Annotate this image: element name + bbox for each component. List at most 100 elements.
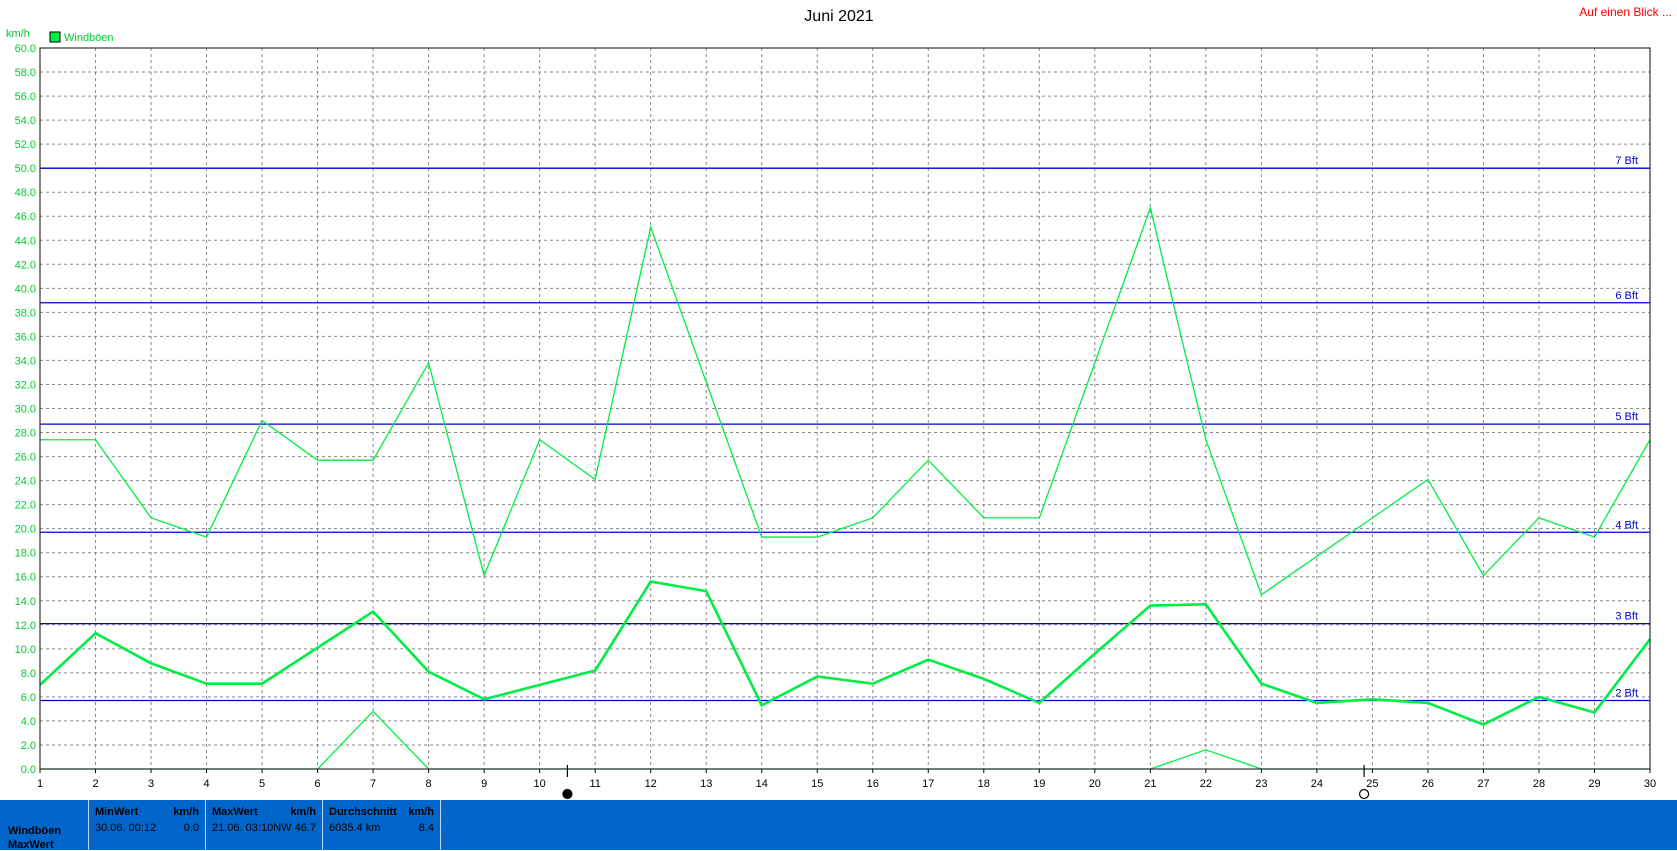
- x-tick-label: 13: [700, 778, 712, 790]
- new-moon-icon: [562, 788, 573, 800]
- y-tick-label: 8.0: [21, 668, 36, 680]
- average-box: Durchschnitt km/h 6035.4 km 8.4: [322, 800, 441, 850]
- min-date: 30.06.: [95, 822, 126, 834]
- x-tick-label: 19: [1033, 778, 1045, 790]
- series-line-min: [40, 710, 1650, 770]
- avg-unit: km/h: [408, 806, 434, 818]
- x-tick-label: 17: [922, 778, 934, 790]
- y-tick-label: 56.0: [15, 91, 36, 103]
- x-tick-label: 11: [589, 778, 600, 790]
- x-tick-label: 21: [1144, 778, 1156, 790]
- max-value: 46.7: [294, 822, 316, 834]
- y-tick-label: 34.0: [15, 355, 36, 367]
- x-tick-label: 9: [481, 778, 487, 790]
- x-tick-label: 14: [756, 778, 768, 790]
- y-tick-label: 26.0: [15, 452, 36, 464]
- x-tick-label: 6: [315, 778, 321, 790]
- x-tick-label: 29: [1588, 778, 1600, 790]
- x-tick-label: 8: [426, 778, 432, 790]
- x-tick-label: 28: [1533, 778, 1545, 790]
- x-tick-label: 2: [92, 778, 98, 790]
- y-tick-label: 18.0: [15, 548, 36, 560]
- max-header: MaxWert: [212, 806, 258, 818]
- min-value-box: MinWert km/h 30.06. 00:12 0.0: [88, 800, 205, 850]
- y-tick-label: 48.0: [15, 187, 36, 199]
- y-tick-label: 20.0: [15, 524, 36, 536]
- wind-gust-chart: Juni 2021 Auf einen Blick ... km/h Windb…: [6, 5, 1672, 800]
- y-tick-label: 14.0: [15, 596, 36, 608]
- x-tick-label: 25: [1366, 778, 1378, 790]
- beaufort-label: 3 Bft: [1615, 611, 1638, 623]
- y-tick-label: 12.0: [15, 620, 36, 632]
- x-tick-label: 18: [978, 778, 990, 790]
- series-line-mean: [39, 580, 1652, 726]
- y-tick-label: 52.0: [15, 139, 36, 151]
- y-axis-unit: km/h: [6, 28, 30, 40]
- y-tick-label: 28.0: [15, 428, 36, 440]
- avg-value: 8.4: [418, 822, 434, 834]
- x-tick-label: 20: [1089, 778, 1101, 790]
- beaufort-label: 7 Bft: [1615, 155, 1638, 167]
- x-tick-label: 4: [203, 778, 209, 790]
- x-tick-label: 16: [867, 778, 879, 790]
- stats-row-label-maxwert: MaxWert: [8, 839, 54, 851]
- max-time: 03:10: [245, 822, 274, 834]
- max-value-box: MaxWert km/h 21.06. 03:10NW 46.7: [205, 800, 322, 850]
- y-tick-label: 44.0: [15, 235, 36, 247]
- min-time: 00:12: [128, 822, 157, 834]
- x-tick-label: 22: [1200, 778, 1212, 790]
- y-tick-label: 10.0: [15, 644, 36, 656]
- chart-title: Juni 2021: [804, 8, 873, 25]
- max-direction: NW: [273, 822, 292, 834]
- avg-header: Durchschnitt: [329, 806, 397, 818]
- grid: [40, 48, 1650, 769]
- x-tick-label: 15: [811, 778, 823, 790]
- stats-bar: Windböen MaxWert MinWert km/h 30.06. 00:…: [0, 800, 1677, 851]
- x-tick-label: 23: [1255, 778, 1267, 790]
- y-tick-label: 58.0: [15, 67, 36, 79]
- beaufort-label: 6 Bft: [1615, 290, 1638, 302]
- auf-einen-blick-link[interactable]: Auf einen Blick ...: [1579, 5, 1672, 19]
- y-tick-label: 6.0: [21, 692, 36, 704]
- stats-row-label-windboen: Windböen: [8, 825, 62, 837]
- x-tick-label: 7: [370, 778, 376, 790]
- x-tick-label: 10: [534, 778, 546, 790]
- y-tick-label: 32.0: [15, 379, 36, 391]
- y-tick-label: 30.0: [15, 404, 36, 416]
- beaufort-label: 5 Bft: [1615, 411, 1638, 423]
- max-date: 21.06.: [212, 822, 243, 834]
- y-tick-label: 60.0: [15, 43, 36, 55]
- series-group: [39, 205, 1652, 770]
- y-tick-label: 22.0: [15, 500, 36, 512]
- y-tick-label: 2.0: [21, 740, 36, 752]
- beaufort-lines: 2 Bft 3 Bft 4 Bft 5 Bft 6 Bft 7 Bft: [40, 155, 1650, 702]
- y-tick-label: 46.0: [15, 211, 36, 223]
- y-tick-label: 38.0: [15, 307, 36, 319]
- x-tick-label: 24: [1311, 778, 1323, 790]
- y-tick-label: 24.0: [15, 476, 36, 488]
- min-header: MinWert: [95, 806, 139, 818]
- y-tick-label: 16.0: [15, 572, 36, 584]
- x-tick-label: 27: [1477, 778, 1489, 790]
- x-tick-label: 12: [645, 778, 657, 790]
- full-moon-icon: [1358, 788, 1370, 800]
- stats-row-labels: Windböen MaxWert: [0, 800, 88, 851]
- beaufort-label: 2 Bft: [1615, 688, 1638, 700]
- y-tick-label: 4.0: [21, 716, 36, 728]
- y-tick-label: 0.0: [21, 764, 36, 776]
- y-tick-label: 50.0: [15, 163, 36, 175]
- y-tick-label: 36.0: [15, 331, 36, 343]
- x-tick-label: 3: [148, 778, 154, 790]
- y-tick-label: 42.0: [15, 259, 36, 271]
- series-line-max: [40, 205, 1651, 596]
- legend-swatch: [49, 31, 61, 43]
- x-tick-label: 26: [1422, 778, 1434, 790]
- avg-distance: 6035.4 km: [329, 822, 381, 834]
- min-value: 0.0: [183, 822, 199, 834]
- y-tick-label: 54.0: [15, 115, 36, 127]
- moon-markers: [562, 765, 1370, 800]
- beaufort-label: 4 Bft: [1615, 519, 1638, 531]
- y-tick-label: 40.0: [15, 283, 36, 295]
- x-tick-label: 1: [37, 778, 43, 790]
- max-unit: km/h: [290, 806, 316, 818]
